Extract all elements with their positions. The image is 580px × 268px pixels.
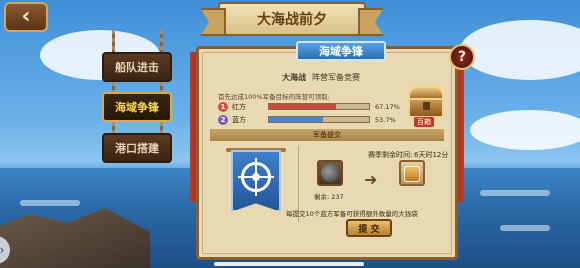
chest-label: 百箱 [414,117,434,127]
condition-text: 首先达成100%军备目标的阵营可领取: [218,93,330,101]
tab-fleet-attack[interactable]: 船队进击 [102,52,172,82]
team-number-badge: 2 [218,114,228,125]
team-name: 红方 [232,102,246,111]
progress-fill-red [269,104,337,109]
tab-label: 船队进击 [115,61,159,74]
cannon-material-icon [321,164,339,182]
progress-percent-blue: 53.7% [375,116,396,124]
countdown-value: 6天时12分 [414,151,449,159]
back-button[interactable]: ‹ [4,2,48,32]
tab-label: 港口搭建 [115,142,159,155]
home-indicator[interactable] [214,262,364,266]
tab-rope [112,30,115,54]
progress-fill-blue [269,117,323,122]
progress-bar-red [268,103,370,110]
background-cloud [470,110,580,150]
page-title-banner: 大海战前夕 [218,2,366,36]
page-title: 大海战前夕 [257,12,327,28]
panel-title: 海域争锋 [296,41,386,61]
team-name: 蓝方 [232,115,246,124]
wave [500,225,550,231]
money-bag-icon [404,166,420,182]
wave [20,200,80,206]
submit-button[interactable]: 提 交 [346,219,392,237]
section-header: 军备提交 [210,129,444,141]
help-button[interactable]: ? [449,44,475,70]
remaining-count: 剩余: 237 [314,193,344,201]
tab-rope [112,82,115,92]
progress-percent-red: 67.17% [375,103,400,111]
background-cloud [460,20,580,80]
question-icon: ? [457,49,467,65]
chevron-left-icon: ‹ [21,4,31,29]
wave [480,190,550,196]
tab-rope [160,82,163,92]
tab-sea-contest[interactable]: 海域争锋 [102,92,172,122]
event-name: 大海战 [282,73,306,82]
team-number-badge: 1 [218,101,228,112]
tab-label: 海域争锋 [115,101,159,114]
progress-bar-blue [268,116,370,123]
countdown-label: 赛季剩余时间: [368,151,413,159]
ship-wheel-icon [238,162,274,192]
submit-button-label: 提 交 [358,224,380,235]
lock-icon [423,102,430,110]
team-row-blue: 2 蓝方 [218,114,254,125]
tab-port-build[interactable]: 港口搭建 [102,133,172,163]
event-subtitle-text: 阵营军备竞赛 [312,73,360,82]
tab-rope [160,30,163,54]
treasure-chest-icon[interactable] [408,86,444,118]
arrow-right-icon: ➜ [364,170,378,189]
submit-description: 每提交10个蓝方军备可获得额外数量的大钱袋 [286,210,418,218]
event-subtitle: 大海战 阵营军备竞赛 [282,72,360,83]
team-row-red: 1 红方 [218,101,254,112]
